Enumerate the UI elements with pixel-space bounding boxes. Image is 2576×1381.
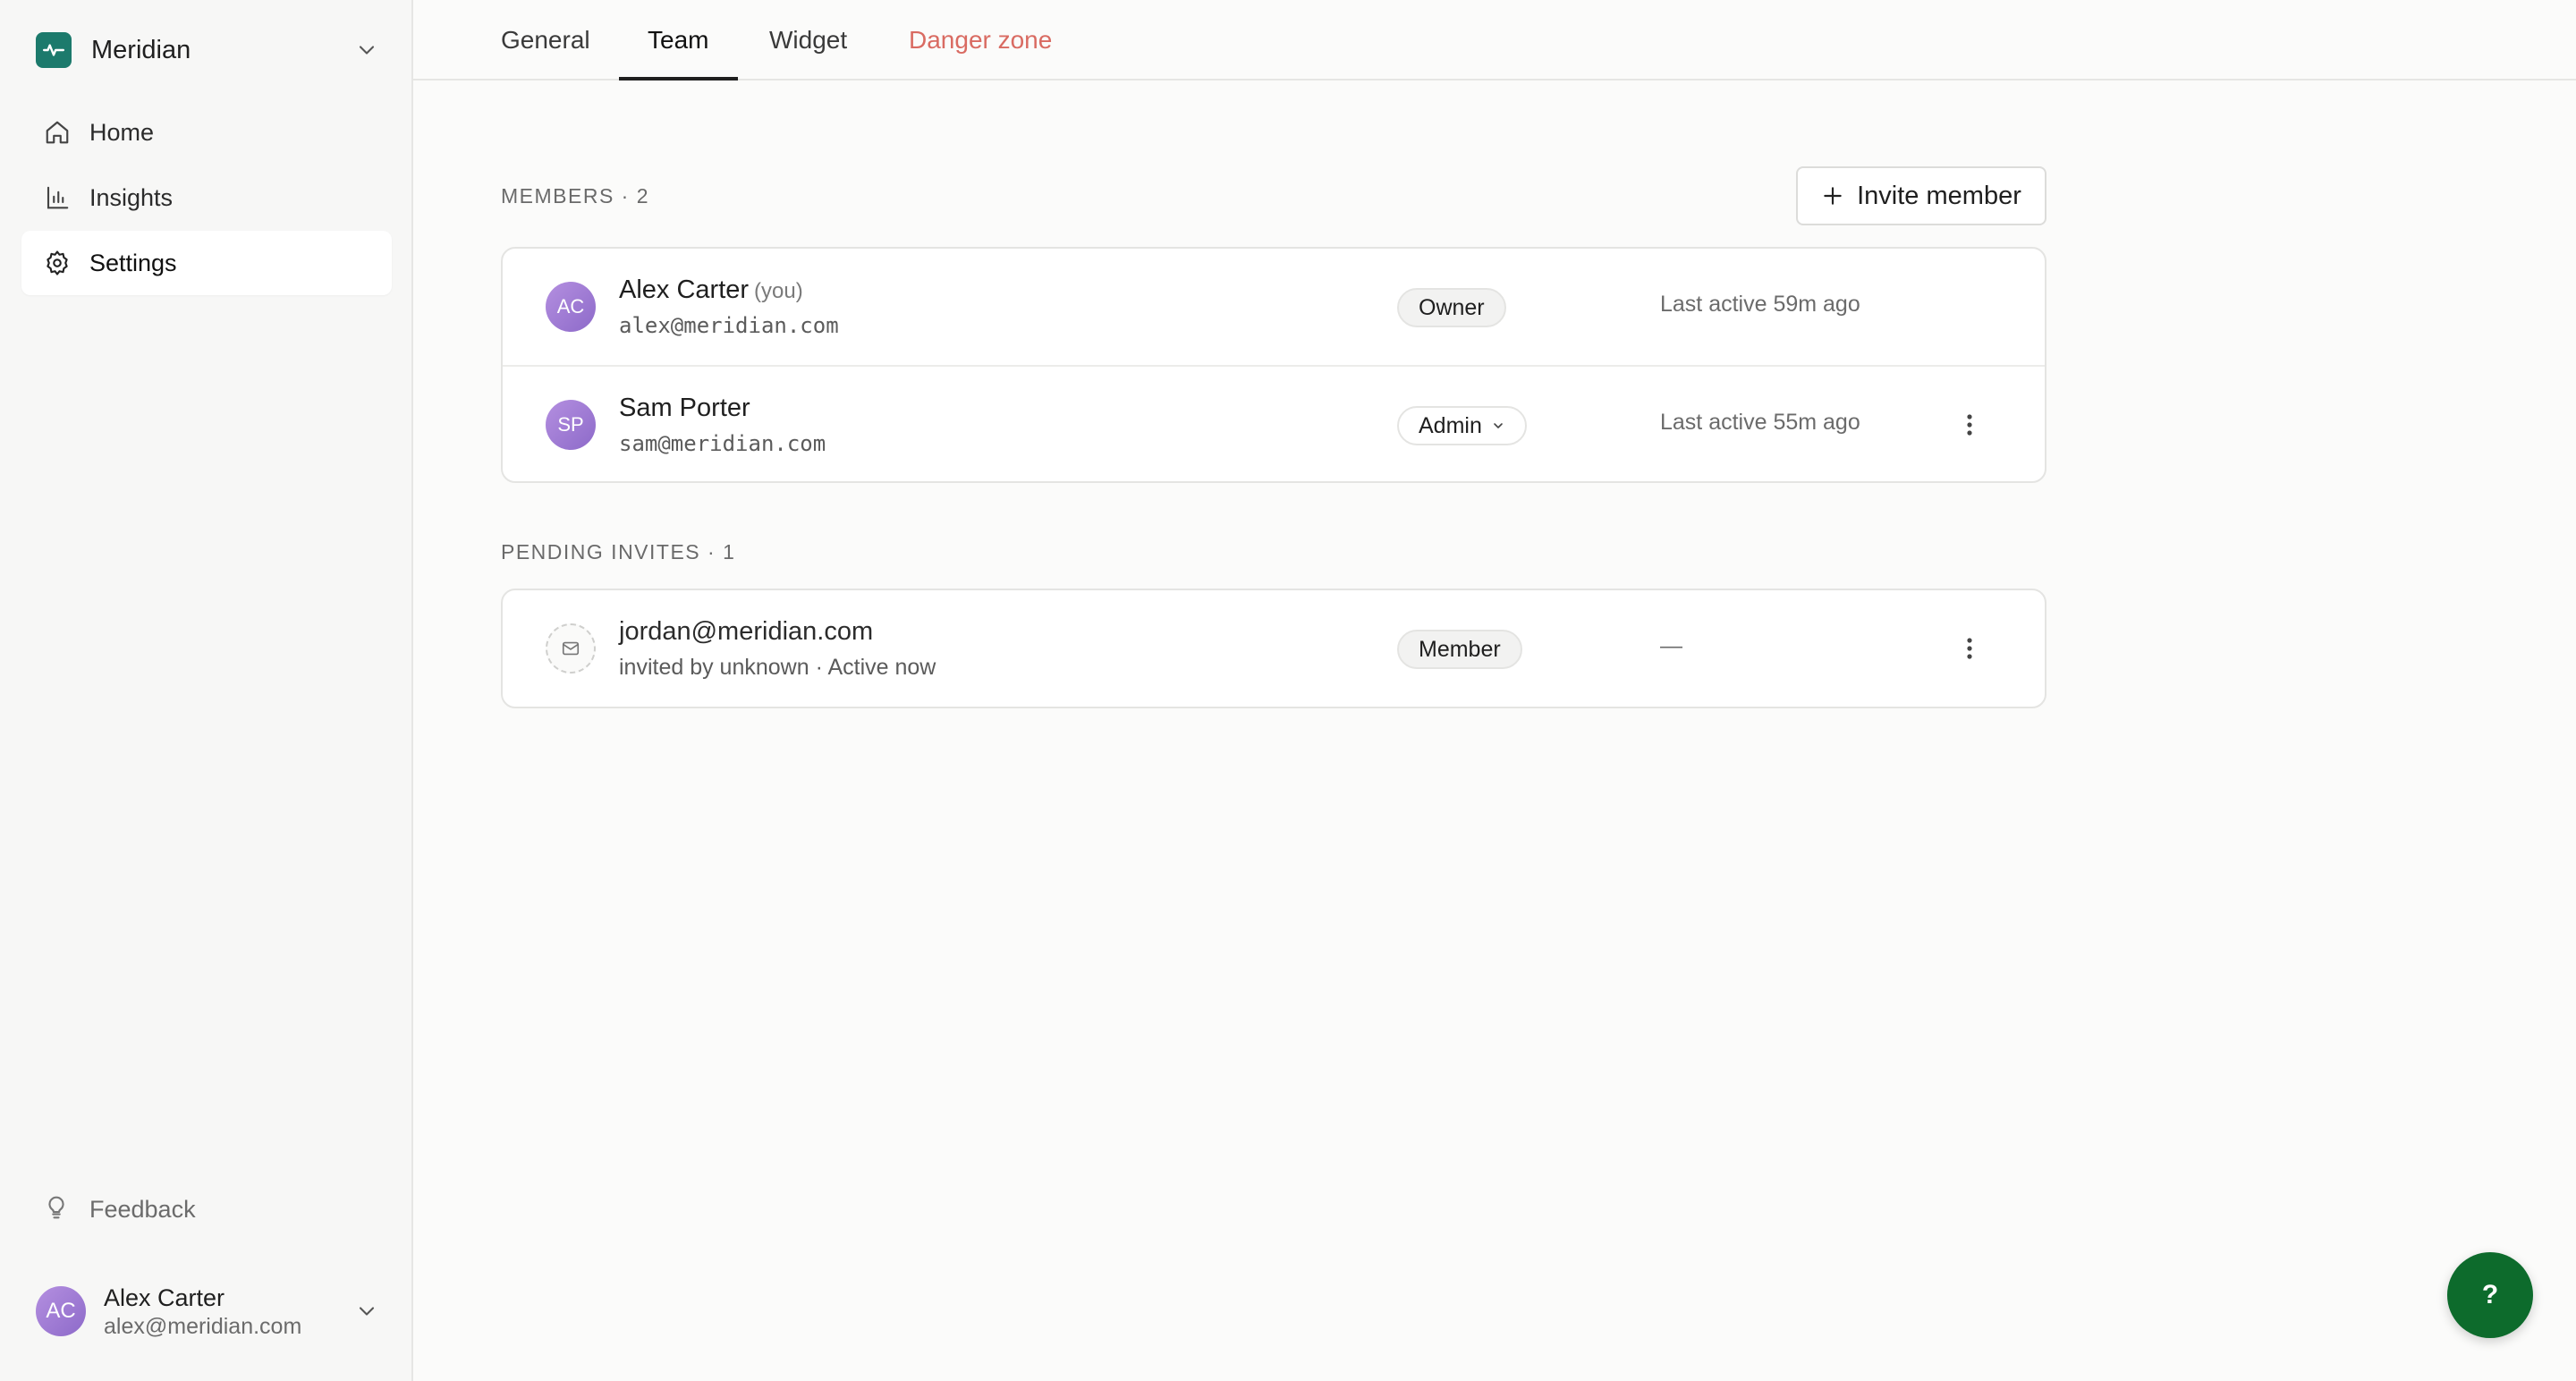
help-button[interactable]: ? [2447,1252,2533,1338]
user-email: alex@meridian.com [104,1314,302,1339]
lightbulb-icon [43,1194,70,1225]
member-email: sam@meridian.com [619,431,826,456]
member-name: Sam Porter [619,394,750,422]
settings-tabs: General Team Widget Danger zone [413,0,2576,80]
last-active: — [1660,633,1682,658]
main-content: General Team Widget Danger zone MEMBERS … [413,0,2576,1381]
pulse-icon [36,32,72,68]
bar-chart-icon [43,183,72,212]
you-label: (you) [754,279,803,303]
chevron-down-icon [359,1307,375,1316]
sidebar-item-settings[interactable]: Settings [21,231,392,295]
member-name: Alex Carter (you) [619,275,803,305]
last-active: Last active 59m ago [1660,292,1860,317]
pending-invites-list: jordan@meridian.com invited by unknown ·… [501,589,2046,708]
chevron-down-icon [359,46,375,55]
kebab-icon [1967,638,1972,659]
workspace-name: Meridian [91,35,191,64]
app-root: Meridian Home Insights Settings Feedback… [0,0,2576,1381]
chevron-down-icon [1494,423,1503,428]
sidebar-item-home[interactable]: Home [21,100,392,165]
tab-general[interactable]: General [501,0,590,80]
member-email: alex@meridian.com [619,313,839,338]
sidebar-item-insights[interactable]: Insights [21,165,392,230]
sidebar-item-label: Insights [89,183,174,211]
kebab-icon [1967,414,1972,436]
role-select-value: Admin [1419,412,1482,438]
plus-icon [1824,187,1842,205]
role-select[interactable]: Admin [1397,406,1527,445]
tab-danger-zone[interactable]: Danger zone [909,0,1052,80]
sidebar-item-label: Settings [89,249,177,276]
pending-invites-heading: PENDING INVITES · 1 [501,540,736,563]
gear-icon [43,249,72,277]
user-name: Alex Carter [104,1284,225,1311]
members-list: AC Alex Carter (you) alex@meridian.com Ow… [501,247,2046,483]
home-icon [43,118,72,147]
user-info: Alex Carter alex@meridian.com [104,1283,301,1340]
sidebar-item-label: Home [89,118,155,146]
list-item: jordan@meridian.com invited by unknown ·… [503,590,2045,707]
feedback-link[interactable]: Feedback [43,1191,196,1227]
invite-member-button[interactable]: Invite member [1796,166,2046,225]
sidebar-nav: Home Insights Settings [21,100,392,296]
invite-email: jordan@meridian.com [619,617,874,646]
avatar: SP [546,400,596,450]
members-heading: MEMBERS · 2 [501,184,650,208]
list-item: SP Sam Porter sam@meridian.com Admin Las… [503,365,2045,481]
more-options-button[interactable] [1952,407,1987,443]
more-options-button[interactable] [1952,631,1987,666]
role-badge: Member [1397,630,1522,669]
active-tab-indicator [619,77,738,80]
tab-team[interactable]: Team [648,0,708,80]
invite-meta: invited by unknown · Active now [619,655,936,680]
workspace-switcher[interactable]: Meridian [36,32,379,68]
list-item: AC Alex Carter (you) alex@meridian.com Ow… [503,249,2045,365]
mail-icon [546,623,596,674]
member-name-text: Alex Carter [619,275,750,304]
user-menu[interactable]: AC Alex Carter alex@meridian.com [36,1283,379,1340]
avatar: AC [546,282,596,332]
invite-member-label: Invite member [1857,181,2021,210]
tab-widget[interactable]: Widget [769,0,847,80]
last-active: Last active 55m ago [1660,410,1860,435]
feedback-label: Feedback [89,1195,196,1223]
sidebar: Meridian Home Insights Settings Feedback… [0,0,413,1381]
role-badge: Owner [1397,288,1506,327]
avatar: AC [36,1286,86,1336]
